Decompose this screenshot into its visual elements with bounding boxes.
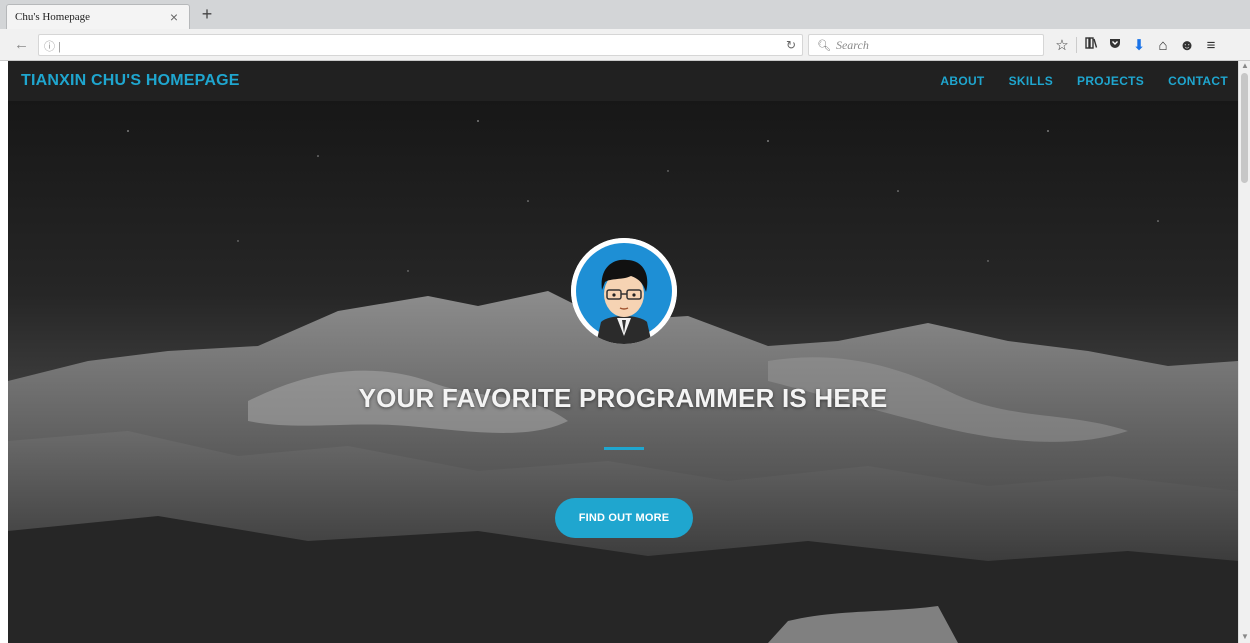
nav-projects[interactable]: PROJECTS [1077,74,1144,88]
browser-toolbar: ← ⓘ | ↻ 🔍︎ Search ☆ ⬇ ⌂ ☻ ≡ [0,29,1250,61]
hero-headline: YOUR FAVORITE PROGRAMMER IS HERE [358,383,888,413]
new-tab-button[interactable]: + [197,3,217,25]
nav-about[interactable]: ABOUT [940,74,984,88]
menu-icon[interactable]: ≡ [1199,37,1223,54]
search-bar[interactable]: 🔍︎ Search [808,34,1044,56]
site-navbar: TIANXIN CHU'S HOMEPAGE ABOUT SKILLS PROJ… [8,61,1238,101]
search-icon: 🔍︎ [817,39,831,52]
find-out-more-button[interactable]: FIND OUT MORE [555,498,693,538]
address-bar[interactable]: ⓘ | ↻ [38,34,803,56]
nav-links: ABOUT SKILLS PROJECTS CONTACT [916,74,1228,88]
accent-divider [604,447,644,450]
mountain-background-image [8,61,1238,643]
page-viewport: TIANXIN CHU'S HOMEPAGE ABOUT SKILLS PROJ… [8,61,1238,643]
nav-contact[interactable]: CONTACT [1168,74,1228,88]
scrollbar-thumb[interactable] [1241,73,1248,183]
page-scrollbar[interactable]: ▲ ▼ [1238,61,1250,643]
pocket-icon[interactable] [1103,36,1127,54]
home-icon[interactable]: ⌂ [1151,37,1175,54]
cartoon-portrait-image [571,238,677,344]
toolbar-divider [1076,37,1077,53]
avatar [571,238,677,344]
tab-strip: Chu's Homepage × + [0,0,1250,29]
nav-skills[interactable]: SKILLS [1009,74,1053,88]
bookmark-star-icon[interactable]: ☆ [1050,36,1074,54]
library-icon[interactable] [1079,36,1103,54]
back-arrow-icon[interactable]: ← [14,36,29,53]
search-placeholder: Search [835,37,869,52]
scroll-down-icon[interactable]: ▼ [1241,632,1249,641]
close-tab-icon[interactable]: × [167,9,181,25]
reload-icon[interactable]: ↻ [786,38,796,52]
site-brand[interactable]: TIANXIN CHU'S HOMEPAGE [21,72,240,90]
download-icon[interactable]: ⬇ [1127,36,1151,54]
browser-tab[interactable]: Chu's Homepage × [6,4,190,29]
scroll-up-icon[interactable]: ▲ [1241,61,1249,70]
emoji-icon[interactable]: ☻ [1175,37,1199,54]
toolbar-icons: ☆ ⬇ ⌂ ☻ ≡ [1050,34,1223,56]
site-info-icon[interactable]: ⓘ | [44,38,61,54]
tab-title: Chu's Homepage [15,11,90,23]
